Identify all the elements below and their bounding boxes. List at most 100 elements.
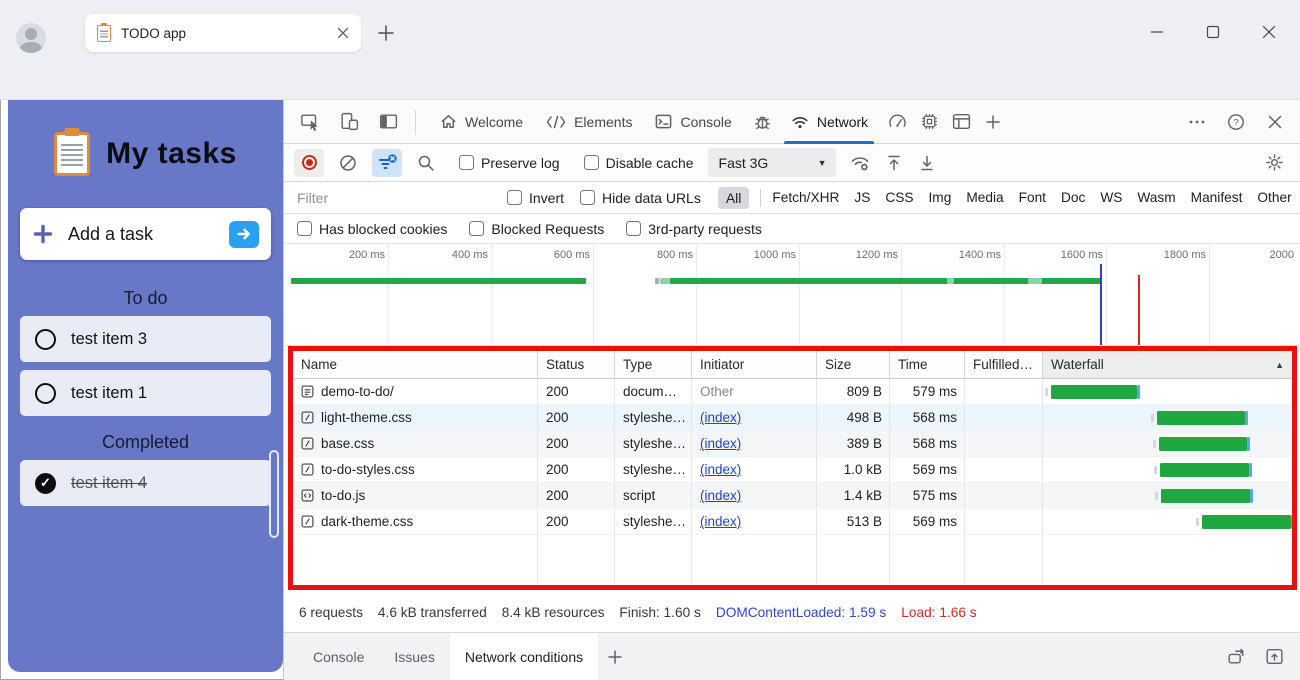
column-header-time[interactable]: Time <box>890 351 965 378</box>
network-overview-timeline[interactable]: 200 ms 400 ms 600 ms 800 ms 1000 ms 1200… <box>284 244 1300 346</box>
clear-network-log-icon[interactable] <box>333 149 363 177</box>
cell-status[interactable]: 200 <box>538 431 615 457</box>
task-item[interactable]: test item 1 <box>20 370 271 416</box>
task-checkbox[interactable] <box>35 382 56 404</box>
drawer-tab-console[interactable]: Console <box>298 633 379 680</box>
filter-type-manifest[interactable]: Manifest <box>1191 190 1243 205</box>
profile-avatar[interactable] <box>16 23 46 53</box>
filter-input[interactable] <box>297 189 489 206</box>
task-checkbox[interactable] <box>35 328 56 350</box>
column-header-status[interactable]: Status <box>538 351 615 378</box>
cell-type[interactable]: styleshe… <box>615 509 692 535</box>
column-header-fulfilled[interactable]: Fulfilled… <box>965 351 1043 378</box>
page-scrollbar[interactable] <box>269 450 279 538</box>
tab-close-icon[interactable] <box>337 27 349 39</box>
dock-drawer-icon[interactable] <box>1226 646 1247 667</box>
task-checkbox-checked[interactable]: ✓ <box>35 472 56 494</box>
cell-status[interactable]: 200 <box>538 509 615 535</box>
initiator-link[interactable]: (index) <box>700 462 741 477</box>
export-har-icon[interactable] <box>917 153 937 173</box>
filter-type-ws[interactable]: WS <box>1100 190 1122 205</box>
window-maximize-button[interactable] <box>1202 22 1224 42</box>
device-emulation-icon[interactable] <box>337 110 361 134</box>
browser-tab[interactable]: TODO app <box>85 14 361 52</box>
column-header-size[interactable]: Size <box>817 351 890 378</box>
third-party-requests-checkbox[interactable] <box>626 221 642 236</box>
cell-type[interactable]: styleshe… <box>615 431 692 457</box>
initiator-link[interactable]: (index) <box>700 410 741 425</box>
cell-waterfall[interactable] <box>1043 483 1292 509</box>
drawer-more-tabs-plus-icon[interactable] <box>606 648 624 666</box>
hide-data-urls-checkbox[interactable] <box>580 190 596 205</box>
tab-welcome[interactable]: Welcome <box>428 100 534 144</box>
help-icon[interactable]: ? <box>1226 112 1246 132</box>
blocked-requests-checkbox[interactable] <box>469 221 485 236</box>
cell-waterfall[interactable] <box>1043 405 1292 431</box>
dock-side-icon[interactable] <box>376 110 400 134</box>
column-header-waterfall[interactable]: Waterfall ▲ <box>1043 351 1292 378</box>
filter-type-doc[interactable]: Doc <box>1061 190 1085 205</box>
filter-type-js[interactable]: JS <box>854 190 870 205</box>
disable-cache-checkbox[interactable] <box>583 155 599 170</box>
task-item-completed[interactable]: ✓ test item 4 <box>20 460 271 506</box>
table-row-name[interactable]: to-do-styles.css <box>293 457 538 483</box>
more-tabs-plus-icon[interactable] <box>981 110 1005 134</box>
import-har-icon[interactable] <box>884 153 904 173</box>
network-settings-gear-icon[interactable] <box>1264 152 1285 173</box>
filter-type-fetch-xhr[interactable]: Fetch/XHR <box>772 190 839 205</box>
filter-type-css[interactable]: CSS <box>885 190 913 205</box>
debugger-bug-icon[interactable] <box>751 110 775 134</box>
filter-type-img[interactable]: Img <box>928 190 951 205</box>
window-minimize-button[interactable] <box>1146 22 1168 42</box>
task-item[interactable]: test item 3 <box>20 316 271 362</box>
expand-drawer-icon[interactable] <box>1264 646 1285 667</box>
filter-type-font[interactable]: Font <box>1019 190 1046 205</box>
performance-gauge-icon[interactable] <box>885 110 909 134</box>
cell-type[interactable]: docum… <box>615 379 692 405</box>
inspect-element-icon[interactable] <box>298 110 322 134</box>
filter-type-other[interactable]: Other <box>1257 190 1291 205</box>
cell-waterfall[interactable] <box>1043 509 1292 535</box>
cell-status[interactable]: 200 <box>538 483 615 509</box>
column-header-name[interactable]: Name <box>293 351 538 378</box>
cell-status[interactable]: 200 <box>538 379 615 405</box>
cell-waterfall[interactable] <box>1043 379 1292 405</box>
drawer-tab-issues[interactable]: Issues <box>379 633 449 680</box>
cell-status[interactable]: 200 <box>538 405 615 431</box>
record-network-log-button[interactable] <box>294 148 324 177</box>
has-blocked-cookies-checkbox[interactable] <box>297 221 312 236</box>
initiator-link[interactable]: (index) <box>700 488 741 503</box>
column-header-initiator[interactable]: Initiator <box>692 351 817 378</box>
new-tab-button[interactable] <box>377 24 395 42</box>
table-row-name[interactable]: to-do.js <box>293 483 538 509</box>
cell-type[interactable]: styleshe… <box>615 405 692 431</box>
memory-chip-icon[interactable] <box>917 110 941 134</box>
table-row-name[interactable]: dark-theme.css <box>293 509 538 535</box>
cell-type[interactable]: styleshe… <box>615 457 692 483</box>
tab-elements[interactable]: Elements <box>534 100 643 144</box>
tab-console[interactable]: Console <box>643 100 742 144</box>
tab-network[interactable]: Network <box>779 100 879 144</box>
cell-type[interactable]: script <box>615 483 692 509</box>
preserve-log-checkbox[interactable] <box>459 155 474 170</box>
devtools-menu-icon[interactable] <box>1187 112 1207 132</box>
invert-checkbox[interactable] <box>507 190 522 205</box>
table-row-name[interactable]: base.css <box>293 431 538 457</box>
cell-waterfall[interactable] <box>1043 457 1292 483</box>
column-header-type[interactable]: Type <box>615 351 692 378</box>
search-icon[interactable] <box>411 149 441 177</box>
devtools-close-icon[interactable] <box>1265 112 1285 132</box>
filter-type-media[interactable]: Media <box>966 190 1003 205</box>
submit-task-button[interactable] <box>229 220 259 248</box>
drawer-tab-network-conditions[interactable]: Network conditions <box>449 633 599 680</box>
network-conditions-icon[interactable] <box>849 152 871 174</box>
filter-type-wasm[interactable]: Wasm <box>1137 190 1175 205</box>
add-task-input[interactable]: Add a task <box>20 208 271 260</box>
filter-toggle-icon[interactable] <box>372 148 402 177</box>
table-row-name[interactable]: demo-to-do/ <box>293 379 538 405</box>
window-close-button[interactable] <box>1258 22 1280 42</box>
table-row-name[interactable]: light-theme.css <box>293 405 538 431</box>
cell-status[interactable]: 200 <box>538 457 615 483</box>
application-panel-icon[interactable] <box>949 110 973 134</box>
throttling-select[interactable]: Fast 3G ▼ <box>707 148 836 177</box>
